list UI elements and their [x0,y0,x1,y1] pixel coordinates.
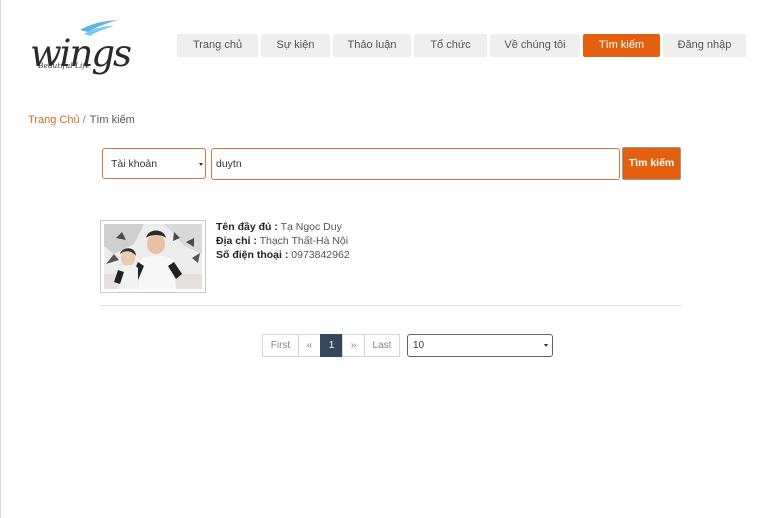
pager-last[interactable]: Last [364,334,400,357]
result-name[interactable]: Tạ Ngọc Duy [281,221,342,233]
pager-page-current[interactable]: 1 [320,334,343,357]
nav-search[interactable]: Tìm kiếm [583,34,660,57]
window-left-border [0,0,1,518]
result-address: Thạch Thất-Hà Nội [259,235,349,247]
result-address-row: Địa chỉ : Thạch Thất-Hà Nội [216,234,350,248]
chevron-down-icon [199,163,203,166]
logo-tagline: Beautiful Life [38,61,90,70]
search-type-value: Tài khoản [111,158,158,170]
result-info: Tên đầy đủ : Tạ Ngọc Duy Địa chỉ : Thạch… [216,220,350,262]
couple-photo-icon [104,224,202,289]
breadcrumb-current: Tìm kiếm [89,114,135,126]
result-name-row: Tên đầy đủ : Tạ Ngọc Duy [216,220,350,234]
result-photo[interactable] [100,220,206,293]
breadcrumb-separator: / [82,114,86,126]
search-type-select[interactable]: Tài khoản [102,148,206,179]
page-size-value: 10 [413,340,425,351]
address-label: Địa chỉ : [216,235,257,247]
pager-prev[interactable]: « [298,334,321,357]
nav-events[interactable]: Sự kiện [261,34,330,57]
chevron-down-icon [544,344,548,347]
breadcrumb: Trang Chủ / Tìm kiếm [28,114,135,126]
name-label: Tên đầy đủ : [216,221,278,233]
pager-next[interactable]: » [342,334,365,357]
search-input[interactable] [211,148,620,180]
nav-discussion[interactable]: Thảo luận [333,34,411,57]
phone-label: Số điện thoại : [216,249,289,261]
nav-organization[interactable]: Tổ chức [414,34,487,57]
brand-logo[interactable]: wings Beautiful Life [28,18,132,74]
result-phone-row: Số điện thoại : 0973842962 [216,248,350,262]
nav-login[interactable]: Đăng nhập [663,34,746,57]
result-phone: 0973842962 [291,249,350,261]
nav-home[interactable]: Trang chủ [177,34,258,57]
page-size-select[interactable]: 10 [407,334,553,357]
nav-about[interactable]: Về chúng tôi [490,34,580,57]
pager-first[interactable]: First [262,334,299,357]
breadcrumb-home-link[interactable]: Trang Chủ [28,114,80,126]
search-button[interactable]: Tìm kiếm [622,147,681,180]
result-divider [100,305,682,306]
